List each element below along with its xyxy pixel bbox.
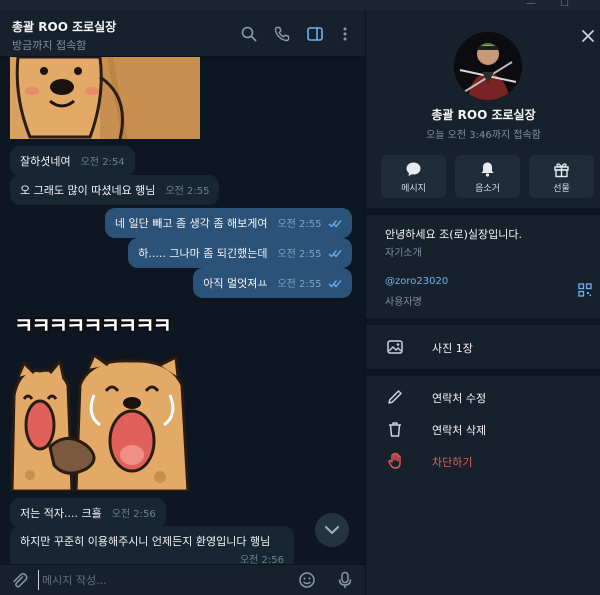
message-bubble[interactable]: 오 그래도 많이 따셨네요 행님 오전 2:55 xyxy=(10,175,220,205)
message-time: 오전 2:55 xyxy=(277,279,322,290)
message-list[interactable]: 잘하셧네여 오전 2:54 오 그래도 많이 따셨네요 행님 오전 2:55 네 일… xyxy=(0,57,365,564)
message-time: 오전 2:55 xyxy=(165,186,210,197)
bio-caption: 자기소개 xyxy=(385,248,422,259)
search-icon[interactable] xyxy=(240,25,258,43)
message-button-label: 메시지 xyxy=(401,184,426,194)
chat-panel: 총괄 ROO 조로실장 방금까지 접속함 잘하셧네여 오전 2:54 오 그래도… xyxy=(0,10,365,595)
message-bubble[interactable]: 저는 적자.... 크흘 오전 2:56 xyxy=(10,498,166,528)
maximize-icon[interactable]: ☐ xyxy=(560,0,569,9)
hand-stop-icon xyxy=(386,452,404,470)
delete-contact-row[interactable]: 연락처 삭제 xyxy=(366,415,600,443)
dog-sticker-top[interactable] xyxy=(10,57,200,140)
message-bubble-outgoing[interactable]: 아직 멀엇져ㅛ 오전 2:55 xyxy=(193,268,352,298)
gift-button[interactable]: 선물 xyxy=(529,155,594,198)
message-bubble-outgoing[interactable]: 네 일단 빼고 좀 생각 좀 해보게여 오전 2:55 xyxy=(104,208,352,238)
mute-button[interactable]: 음소거 xyxy=(455,155,520,198)
message-text: 아직 멀엇져ㅛ xyxy=(203,277,268,290)
section-divider xyxy=(366,369,600,376)
username-caption: 사용자명 xyxy=(385,297,422,308)
gift-icon xyxy=(554,163,569,178)
message-text: 잘하셧네여 xyxy=(20,155,71,168)
message-composer xyxy=(0,564,365,595)
chat-title[interactable]: 총괄 ROO 조로실장 xyxy=(12,18,116,35)
scroll-to-bottom-button[interactable] xyxy=(315,513,349,547)
laugh-text-sticker[interactable]: ㅋㅋㅋㅋㅋㅋㅋㅋㅋ xyxy=(12,309,202,341)
message-text: 하지만 꾸준히 이용해주시니 언제든지 환영입니다 행님 xyxy=(20,535,271,548)
message-time: 오전 2:55 xyxy=(277,249,322,260)
close-icon[interactable] xyxy=(580,28,596,44)
edit-contact-label: 연락처 수정 xyxy=(432,392,487,405)
double-check-icon xyxy=(328,278,342,291)
mute-button-label: 음소거 xyxy=(475,184,500,194)
message-input[interactable] xyxy=(38,570,278,590)
section-divider xyxy=(366,208,600,215)
message-time: 오전 2:55 xyxy=(277,219,322,230)
message-time: 오전 2:56 xyxy=(239,555,284,564)
block-user-label: 차단하기 xyxy=(432,456,473,469)
profile-status: 오늘 오전 3:46까지 접속함 xyxy=(426,130,541,141)
profile-panel: 총괄 ROO 조로실장 오늘 오전 3:46까지 접속함 메시지 음소거 선물 … xyxy=(365,10,600,595)
laughing-dogs-sticker[interactable] xyxy=(10,352,190,493)
profile-username[interactable]: @zoro23020 xyxy=(385,276,448,287)
message-bubble[interactable]: 하지만 꾸준히 이용해주시니 언제든지 환영입니다 행님 오전 2:56 xyxy=(10,526,294,564)
qr-code-icon[interactable] xyxy=(578,282,592,297)
phone-icon[interactable] xyxy=(273,25,291,43)
photos-row[interactable]: 사진 1장 xyxy=(366,333,600,361)
delete-contact-label: 연락처 삭제 xyxy=(432,424,487,437)
section-divider xyxy=(366,318,600,325)
avatar[interactable] xyxy=(454,32,522,100)
profile-name: 총괄 ROO 조로실장 xyxy=(431,108,536,122)
message-time: 오전 2:54 xyxy=(80,157,125,168)
message-bubble-outgoing[interactable]: 하..... 그나마 좀 되긴했는데 오전 2:55 xyxy=(128,238,352,268)
pencil-icon xyxy=(386,388,404,406)
chat-status: 방금까지 접속함 xyxy=(12,39,87,52)
double-check-icon xyxy=(328,218,342,231)
block-user-row[interactable]: 차단하기 xyxy=(366,447,600,475)
attach-icon[interactable] xyxy=(10,571,28,589)
chevron-down-icon xyxy=(325,526,339,534)
bell-icon xyxy=(481,162,494,177)
sticker-text: ㅋㅋㅋㅋㅋㅋㅋㅋㅋ xyxy=(14,314,170,338)
message-text: 저는 적자.... 크흘 xyxy=(20,507,102,520)
more-menu-icon[interactable] xyxy=(336,25,354,43)
window-titlebar: — ☐ xyxy=(0,0,600,10)
double-check-icon xyxy=(328,248,342,261)
minimize-icon[interactable]: — xyxy=(526,0,536,9)
chat-header: 총괄 ROO 조로실장 방금까지 접속함 xyxy=(0,10,365,57)
trash-icon xyxy=(386,420,404,438)
message-text: 하..... 그나마 좀 되긴했는데 xyxy=(138,247,268,260)
edit-contact-row[interactable]: 연락처 수정 xyxy=(366,383,600,411)
photos-label: 사진 1장 xyxy=(432,342,473,355)
message-button[interactable]: 메시지 xyxy=(381,155,446,198)
microphone-icon[interactable] xyxy=(336,571,354,589)
sidebar-toggle-icon[interactable] xyxy=(306,25,324,43)
gift-button-label: 선물 xyxy=(553,184,570,194)
emoji-icon[interactable] xyxy=(298,571,316,589)
message-text: 네 일단 빼고 좀 생각 좀 해보게여 xyxy=(114,217,268,230)
image-icon xyxy=(386,338,404,356)
message-bubble[interactable]: 잘하셧네여 오전 2:54 xyxy=(10,146,135,176)
message-text: 오 그래도 많이 따셨네요 행님 xyxy=(20,184,156,197)
message-icon xyxy=(406,162,421,176)
message-time: 오전 2:56 xyxy=(111,509,156,520)
profile-bio[interactable]: 안녕하세요 조(로)실장입니다. xyxy=(385,226,522,242)
